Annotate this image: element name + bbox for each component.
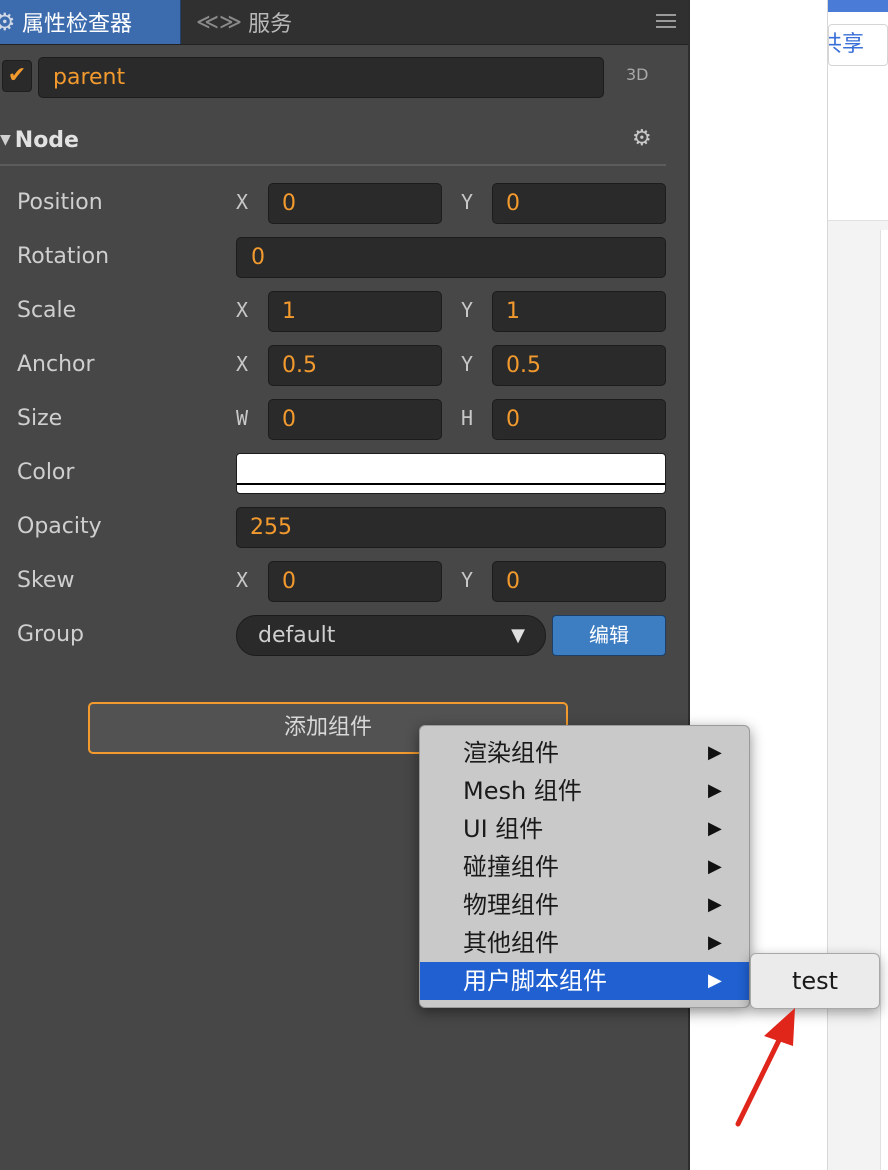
- scale-y-axis-label: Y: [461, 298, 474, 322]
- size-w-axis-label: W: [236, 406, 249, 430]
- menu-item-render[interactable]: 渲染组件 ▶: [420, 734, 749, 772]
- group-select-value: default: [258, 623, 336, 648]
- tab-inspector-label: 属性检查器: [22, 12, 133, 37]
- skew-x-input[interactable]: 0: [268, 561, 442, 602]
- submenu-item-test[interactable]: test: [751, 962, 879, 1000]
- tab-services[interactable]: ≪≫ 服务: [196, 0, 292, 44]
- anchor-y-axis-label: Y: [461, 352, 474, 376]
- menu-item-mesh[interactable]: Mesh 组件 ▶: [420, 772, 749, 810]
- 3d-toggle[interactable]: 3D: [626, 65, 649, 84]
- color-label: Color: [17, 460, 75, 485]
- node-name-input[interactable]: parent: [38, 57, 604, 98]
- scale-y-input[interactable]: 1: [492, 291, 666, 332]
- annotation-arrow-icon: [735, 1008, 795, 1127]
- submenu-arrow-icon: ▶: [708, 780, 722, 801]
- opacity-input[interactable]: 255: [236, 507, 666, 548]
- rotation-label: Rotation: [17, 244, 110, 269]
- size-h-axis-label: H: [461, 406, 474, 430]
- menu-item-label: 用户脚本组件: [463, 967, 607, 995]
- node-section-title: ▼ Node: [0, 128, 79, 153]
- submenu-arrow-icon: ▶: [708, 856, 722, 877]
- background-inner-column: [880, 230, 888, 1170]
- collapse-arrow-icon: ▼: [0, 132, 11, 148]
- submenu-arrow-icon: ▶: [708, 970, 722, 991]
- panel-menu-icon[interactable]: [656, 14, 676, 28]
- services-icon: ≪≫: [196, 9, 243, 35]
- color-picker[interactable]: [236, 453, 666, 494]
- size-height-input[interactable]: 0: [492, 399, 666, 440]
- scale-x-axis-label: X: [236, 298, 249, 322]
- submenu-arrow-icon: ▶: [708, 894, 722, 915]
- anchor-x-input[interactable]: 0.5: [268, 345, 442, 386]
- group-label: Group: [17, 622, 84, 647]
- menu-item-other[interactable]: 其他组件 ▶: [420, 924, 749, 962]
- scale-label: Scale: [17, 298, 77, 323]
- position-x-input[interactable]: 0: [268, 183, 442, 224]
- anchor-label: Anchor: [17, 352, 95, 377]
- menu-item-label: 物理组件: [463, 891, 559, 919]
- menu-item-physics[interactable]: 物理组件 ▶: [420, 886, 749, 924]
- menu-item-ui[interactable]: UI 组件 ▶: [420, 810, 749, 848]
- skew-x-axis-label: X: [236, 568, 249, 592]
- position-label: Position: [17, 190, 103, 215]
- submenu-arrow-icon: ▶: [708, 932, 722, 953]
- rotation-input[interactable]: 0: [236, 237, 666, 278]
- tab-inspector[interactable]: ⚙ 属性检查器: [0, 0, 181, 44]
- menu-item-user-script[interactable]: 用户脚本组件 ▶: [420, 962, 749, 1000]
- position-x-axis-label: X: [236, 190, 249, 214]
- submenu-arrow-icon: ▶: [708, 818, 722, 839]
- menu-item-collider[interactable]: 碰撞组件 ▶: [420, 848, 749, 886]
- share-button[interactable]: 共享: [828, 24, 888, 66]
- tab-services-label: 服务: [248, 12, 293, 37]
- skew-y-axis-label: Y: [461, 568, 474, 592]
- node-enabled-checkbox[interactable]: ✔: [2, 60, 32, 92]
- gear-icon: ⚙: [0, 8, 16, 36]
- scale-x-input[interactable]: 1: [268, 291, 442, 332]
- group-select[interactable]: default ▼: [236, 615, 546, 656]
- size-label: Size: [17, 406, 63, 431]
- dropdown-caret-icon: ▼: [511, 625, 525, 646]
- share-button-label: 共享: [829, 32, 865, 57]
- position-y-input[interactable]: 0: [492, 183, 666, 224]
- add-component-menu: 渲染组件 ▶ Mesh 组件 ▶ UI 组件 ▶ 碰撞组件 ▶ 物理组件 ▶ 其他组件 ▶ …: [419, 725, 750, 1008]
- menu-item-label: 碰撞组件: [463, 853, 559, 881]
- node-section-title-text: Node: [14, 128, 79, 153]
- node-settings-gear-icon[interactable]: ⚙: [632, 126, 652, 151]
- menu-item-label: 渲染组件: [463, 739, 559, 767]
- menu-item-label: 其他组件: [463, 929, 559, 957]
- opacity-label: Opacity: [17, 514, 102, 539]
- skew-label: Skew: [17, 568, 75, 593]
- position-y-axis-label: Y: [461, 190, 474, 214]
- checkmark-icon: ✔: [7, 63, 27, 88]
- node-section-header[interactable]: ▼ Node ⚙: [0, 122, 666, 166]
- tab-bar: ⚙ 属性检查器 ≪≫ 服务: [0, 0, 688, 45]
- skew-y-input[interactable]: 0: [492, 561, 666, 602]
- size-width-input[interactable]: 0: [268, 399, 442, 440]
- background-blue-strip: [828, 0, 888, 12]
- edit-group-button[interactable]: 编辑: [552, 615, 666, 656]
- menu-item-label: Mesh 组件: [463, 777, 582, 805]
- color-alpha-bar: [237, 483, 665, 485]
- anchor-y-input[interactable]: 0.5: [492, 345, 666, 386]
- menu-item-label: UI 组件: [463, 815, 544, 843]
- anchor-x-axis-label: X: [236, 352, 249, 376]
- submenu-arrow-icon: ▶: [708, 742, 722, 763]
